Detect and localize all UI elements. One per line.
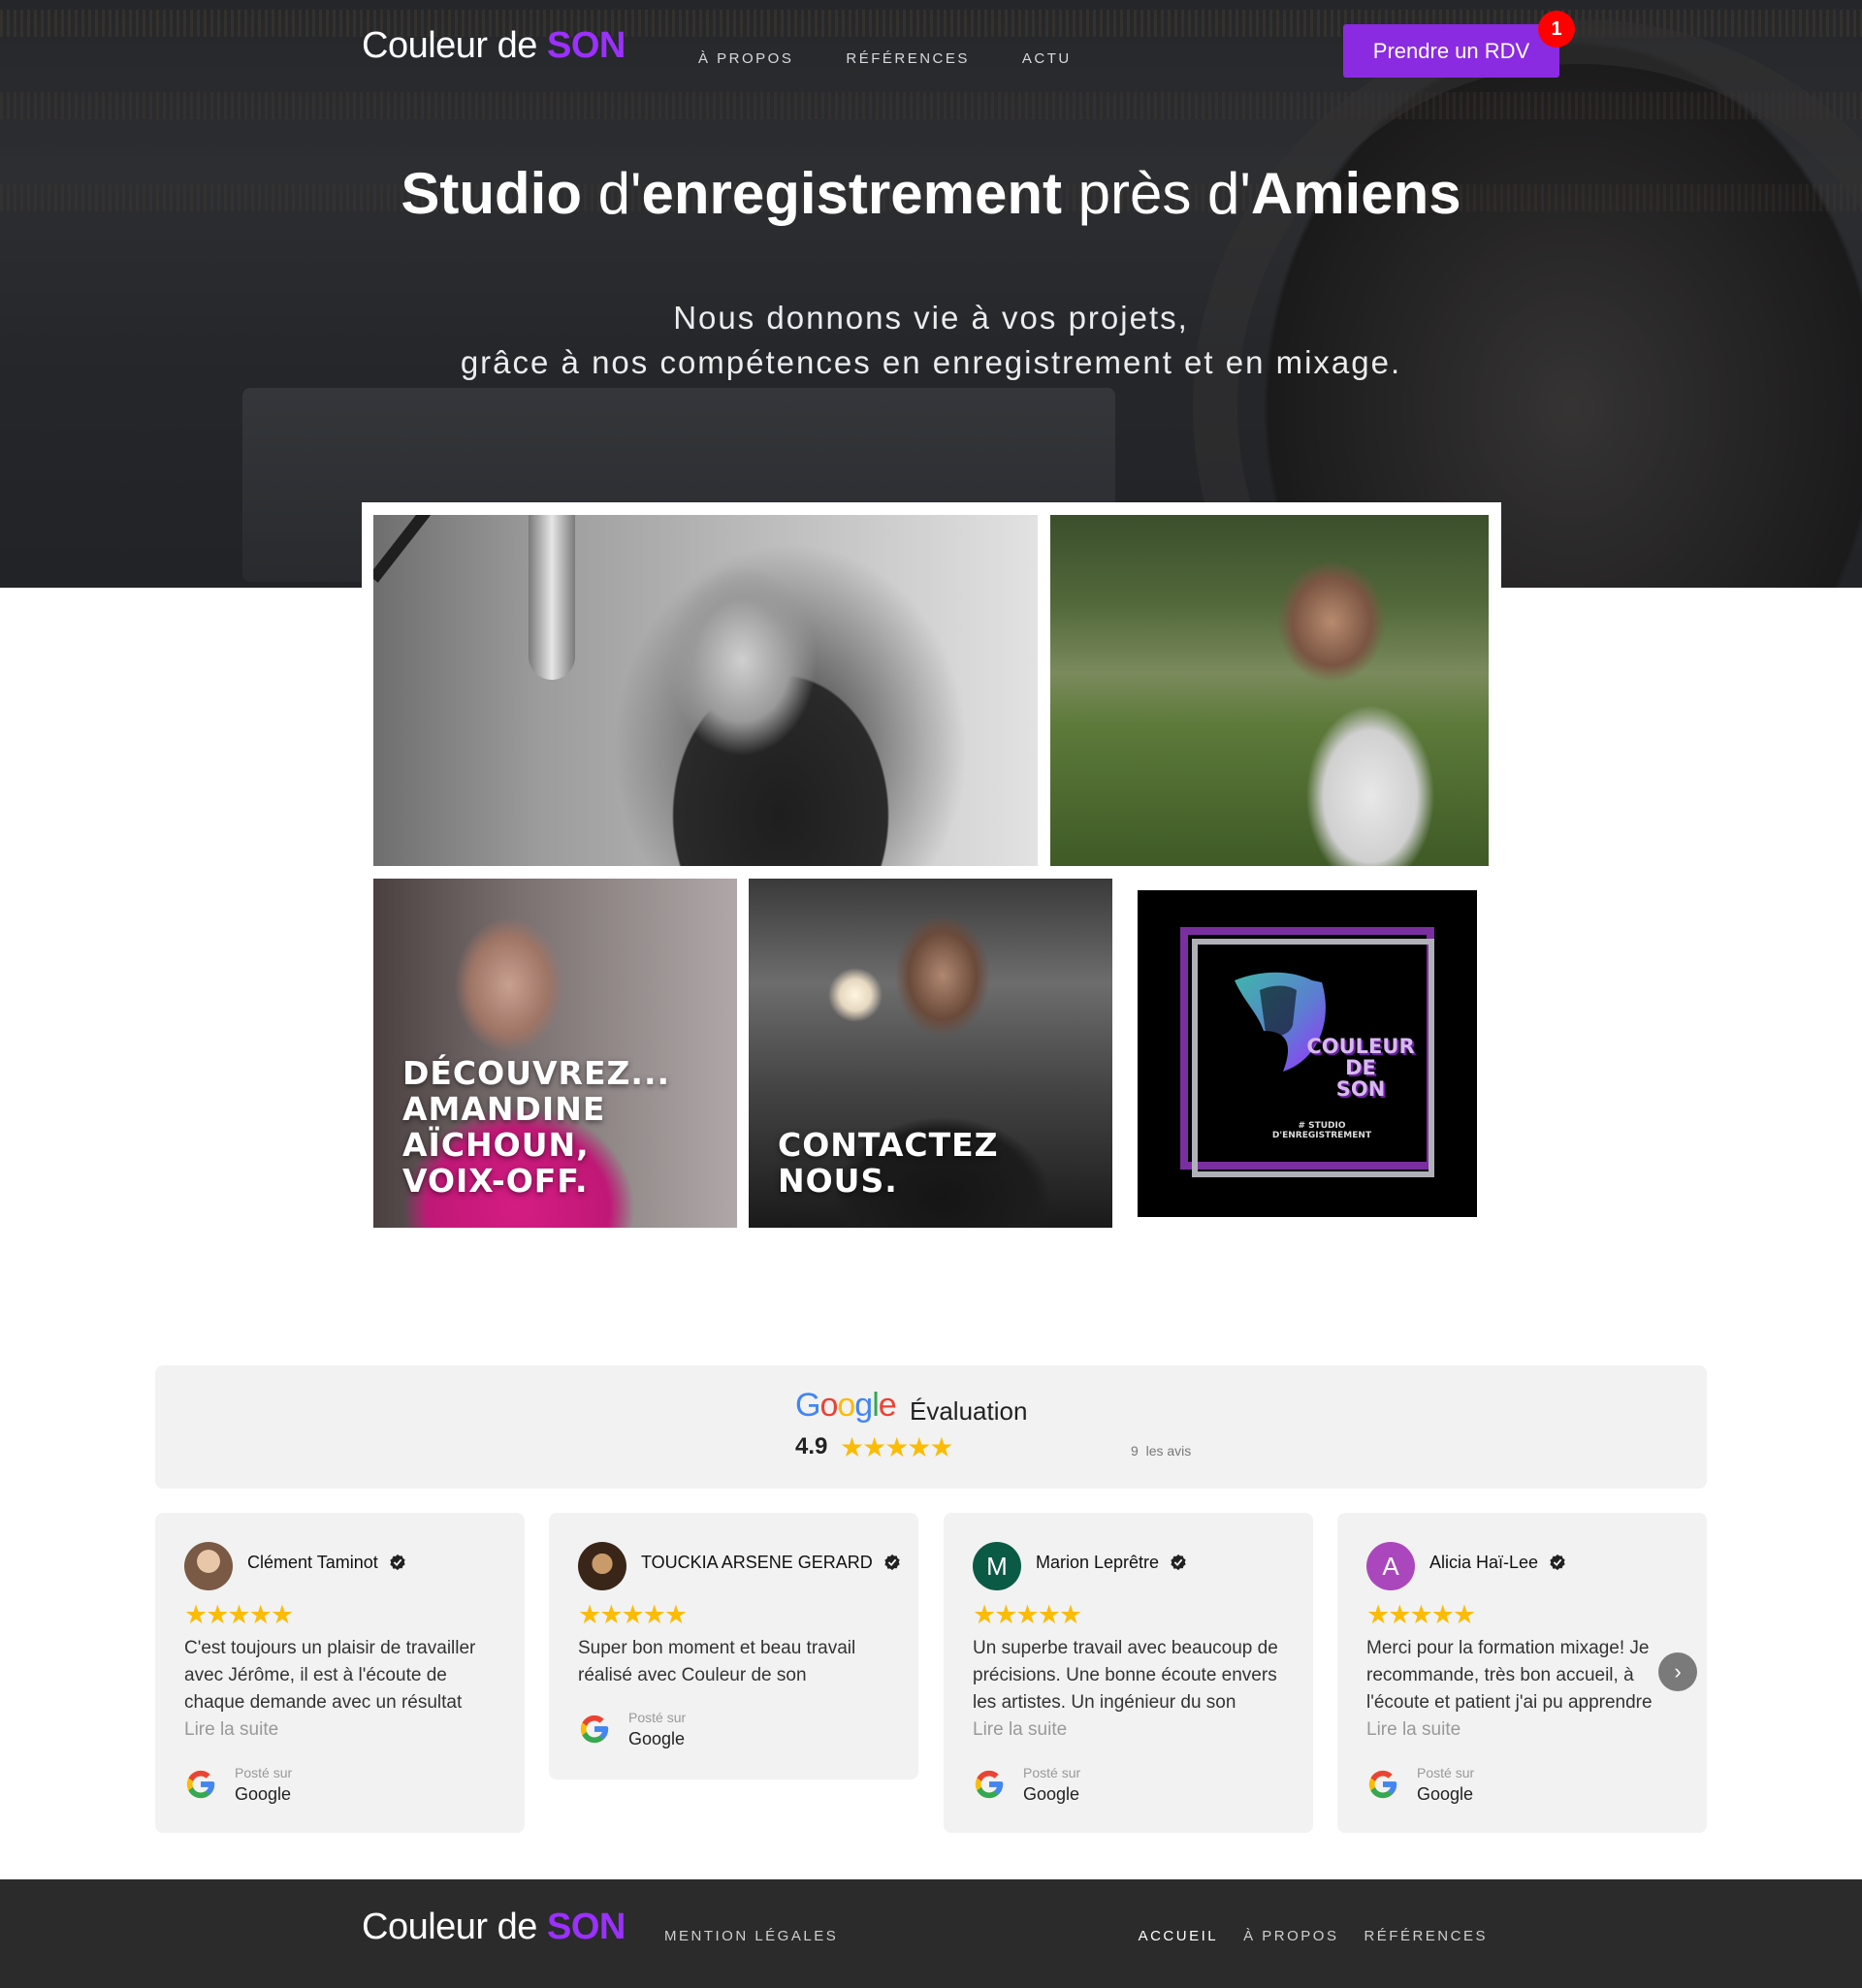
main-nav: À PROPOS RÉFÉRENCES ACTU [698,50,1072,67]
mic-stand-shape [373,515,444,583]
rating-score: 4.9 [795,1433,828,1459]
read-more-link[interactable]: Lire la suite [973,1716,1293,1744]
review-card: M Marion Leprêtre ★★★★★ Un superbe trava… [944,1513,1313,1833]
google-logo: Google [795,1387,897,1424]
gallery-tile-voiceover[interactable]: DÉCOUVREZ... AMANDINE AÏCHOUN, VOIX-OFF. [373,879,737,1228]
logo-accent: SON [546,1907,626,1947]
reviews-carousel: Clément Taminot ★★★★★ C'est toujours un … [155,1513,1707,1833]
legal-notice-link[interactable]: MENTION LÉGALES [664,1928,838,1944]
review-card: Clément Taminot ★★★★★ C'est toujours un … [155,1513,525,1833]
brand-logo-tile[interactable]: COULEUR DE SON # STUDIO D'ENREGISTREMENT [1138,890,1477,1217]
review-text: Super bon moment et beau travail réalisé… [578,1638,856,1685]
footer-link-accueil[interactable]: ACCUEIL [1139,1928,1219,1944]
google-g-icon [580,1715,609,1744]
reviewer-avatar [184,1542,233,1590]
site-logo[interactable]: Couleur de SON [362,25,626,67]
review-stars: ★★★★★ [578,1600,688,1629]
logo-accent: SON [546,25,626,66]
review-stars: ★★★★★ [184,1600,294,1629]
nav-link-actu[interactable]: ACTU [1022,50,1072,67]
photo-gallery: DÉCOUVREZ... AMANDINE AÏCHOUN, VOIX-OFF.… [362,502,1501,1239]
gallery-photo-singer-studio[interactable] [373,515,1038,866]
notification-badge: 1 [1538,11,1575,48]
gallery-tile-contact[interactable]: CONTACTEZ NOUS. [749,879,1112,1228]
reviewer-name[interactable]: Alicia Haï-Lee [1429,1553,1566,1573]
reviewer-name[interactable]: TOUCKIA ARSENE GERARD [641,1553,901,1573]
google-g-icon [1368,1770,1397,1799]
google-g-icon [975,1770,1004,1799]
gallery-photo-artist-park[interactable] [1050,515,1489,866]
review-stars: ★★★★★ [973,1600,1082,1629]
review-card: A Alicia Haï-Lee ★★★★★ Merci pour la for… [1337,1513,1707,1833]
google-g-icon [186,1770,215,1799]
tile-contact-caption: CONTACTEZ NOUS. [778,1126,999,1200]
review-count: 9 les avis [1131,1443,1192,1459]
nav-link-references[interactable]: RÉFÉRENCES [846,50,970,67]
rating-stars: ★★★★★ [840,1432,954,1462]
logo-text: Couleur de [362,1907,537,1947]
read-more-link[interactable]: Lire la suite [184,1716,504,1744]
verified-check-icon [1550,1554,1565,1571]
review-card: TOUCKIA ARSENE GERARD ★★★★★ Super bon mo… [549,1513,918,1780]
footer-link-references[interactable]: RÉFÉRENCES [1364,1928,1488,1944]
reviewer-avatar: M [973,1542,1021,1590]
verified-check-icon [390,1554,405,1571]
reviewer-avatar: A [1366,1542,1415,1590]
reviewer-avatar [578,1542,626,1590]
logo-text: Couleur de [362,25,537,66]
hero-subtitle: Nous donnons vie à vos projets, grâce à … [460,300,1402,380]
footer-link-a-propos[interactable]: À PROPOS [1243,1928,1338,1944]
verified-check-icon [884,1554,900,1571]
logo-brand-text: COULEUR DE SON [1306,1035,1415,1101]
chevron-right-icon: › [1674,1659,1682,1683]
rating-label: Évaluation [910,1396,1028,1426]
google-rating-summary: Google Évaluation 4.9 ★★★★★ 9 les avis [155,1365,1707,1489]
microphone-shape [529,515,575,680]
footer-nav: ACCUEIL À PROPOS RÉFÉRENCES [1139,1928,1488,1944]
review-text: Un superbe travail avec beaucoup de préc… [973,1635,1293,1744]
verified-check-icon [1171,1554,1186,1571]
hero-title: Studio d'enregistrement près d'Amiens [401,161,1461,226]
review-stars: ★★★★★ [1366,1600,1476,1629]
book-appointment-button[interactable]: Prendre un RDV [1343,24,1559,78]
nav-link-a-propos[interactable]: À PROPOS [698,50,793,67]
read-more-link[interactable]: Lire la suite [1366,1716,1686,1744]
review-text: Merci pour la formation mixage! Je recom… [1366,1635,1686,1744]
carousel-next-button[interactable]: › [1658,1652,1697,1691]
reviewer-name[interactable]: Marion Leprêtre [1036,1553,1187,1573]
footer-logo[interactable]: Couleur de SON [362,1907,626,1948]
site-footer: Couleur de SON MENTION LÉGALES ACCUEIL À… [0,1879,1862,1988]
tile-voiceover-caption: DÉCOUVREZ... AMANDINE AÏCHOUN, VOIX-OFF. [402,1054,671,1200]
hero-overlay [0,0,1862,588]
hero-section: Couleur de SON À PROPOS RÉFÉRENCES ACTU … [0,0,1862,588]
review-text: C'est toujours un plaisir de travailler … [184,1635,504,1744]
reviewer-name[interactable]: Clément Taminot [247,1553,406,1573]
logo-tagline: # STUDIO D'ENREGISTREMENT [1271,1121,1372,1140]
